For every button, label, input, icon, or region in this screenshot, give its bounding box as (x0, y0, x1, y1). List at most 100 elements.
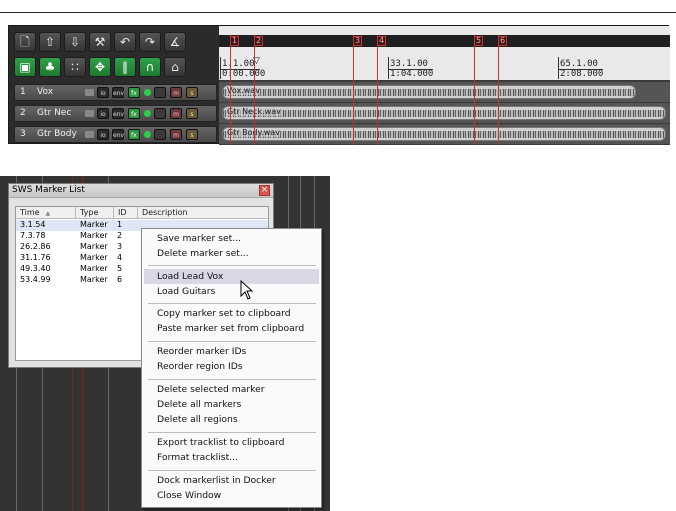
metronome-icon[interactable]: ∡ (164, 32, 186, 52)
magnet-icon[interactable]: ∩ (139, 57, 161, 77)
track-name[interactable]: Gtr Nec (37, 108, 71, 118)
arrange-view[interactable]: 1 2 3 4 5 6 1.1.00 0:00.000 33.1.00 1:04… (219, 26, 670, 145)
menu-item-load-lead-vox[interactable]: Load Lead Vox (157, 271, 223, 282)
menu-item-delete-selected-marker[interactable]: Delete selected marker (157, 384, 265, 395)
column-header-description[interactable]: Description (138, 207, 268, 219)
menu-separator (148, 265, 316, 266)
io-button[interactable]: io (97, 87, 109, 98)
menu-item-dock-markerlist[interactable]: Dock markerlist in Docker (157, 475, 276, 486)
window-titlebar[interactable]: SWS Marker List × (9, 184, 273, 198)
mouse-pointer-icon (240, 280, 254, 300)
menu-item-delete-marker-set[interactable]: Delete marker set... (157, 248, 249, 259)
env-button[interactable]: env (112, 108, 124, 119)
columns-icon[interactable]: ‖ (114, 57, 136, 77)
clover-icon[interactable]: ♣ (39, 57, 61, 77)
env-button[interactable]: env (112, 129, 124, 140)
menu-item-delete-all-markers[interactable]: Delete all markers (157, 399, 241, 410)
mute-button[interactable]: m (170, 87, 182, 98)
track-name[interactable]: Gtr Body (37, 129, 77, 139)
marker-line (474, 35, 475, 145)
column-header-type[interactable]: Type (76, 207, 114, 219)
cell-type: Marker (80, 242, 108, 251)
record-arm-icon[interactable] (144, 131, 151, 138)
marker-flag[interactable]: 3 (353, 36, 362, 46)
menu-item-save-marker-set[interactable]: Save marker set... (157, 233, 241, 244)
marker-lane[interactable] (219, 35, 670, 47)
reaper-main-window: 🗋 ⇧ ⇩ ⚒ ↶ ↷ ∡ ▣ ♣ ∷ ✥ ‖ ∩ ⌂ 1 Vox io env… (8, 25, 670, 145)
cell-type: Marker (80, 231, 108, 240)
menu-item-reorder-region-ids[interactable]: Reorder region IDs (157, 361, 243, 372)
menu-item-load-guitars[interactable]: Load Guitars (157, 286, 215, 297)
marker-line (498, 35, 499, 145)
mute-button[interactable]: m (170, 108, 182, 119)
cell-time: 53.4.99 (20, 275, 51, 284)
column-header-time[interactable]: Time ▲ (16, 207, 76, 219)
solo-button[interactable]: s (186, 129, 198, 140)
timeline-ruler[interactable]: 1 2 3 4 5 6 1.1.00 0:00.000 33.1.00 1:04… (219, 26, 670, 80)
track-header[interactable]: 2 Gtr Nec io env fx m s (14, 105, 217, 122)
io-button[interactable]: io (97, 108, 109, 119)
marker-line (230, 35, 231, 145)
fx-button[interactable]: fx (128, 87, 140, 98)
media-item[interactable]: Vox.wav (222, 85, 636, 99)
media-item[interactable]: Gtr Neck.wav (222, 106, 666, 120)
record-arm-icon[interactable] (144, 110, 151, 117)
cell-time: 31.1.76 (20, 253, 51, 262)
fx-button[interactable]: fx (128, 129, 140, 140)
track-lane[interactable]: Vox.wav (219, 82, 670, 102)
close-icon[interactable]: × (259, 185, 270, 196)
record-arm-icon[interactable] (144, 89, 151, 96)
menu-separator (148, 379, 316, 380)
track-header[interactable]: 3 Gtr Body io env fx m s (14, 126, 217, 143)
menu-item-close-window[interactable]: Close Window (157, 490, 221, 501)
fx-button[interactable]: fx (128, 108, 140, 119)
folder-icon[interactable] (85, 89, 94, 96)
env-button[interactable]: env (112, 87, 124, 98)
ruler-tick (388, 57, 389, 79)
lock-icon[interactable]: ⌂ (164, 57, 186, 77)
menu-item-reorder-marker-ids[interactable]: Reorder marker IDs (157, 346, 246, 357)
open-project-icon[interactable]: ⇧ (39, 32, 61, 52)
solo-button[interactable]: s (186, 87, 198, 98)
new-project-icon[interactable]: 🗋 (14, 32, 36, 52)
redo-icon[interactable]: ↷ (139, 32, 161, 52)
io-button[interactable]: io (97, 129, 109, 140)
ruler-time-label: 1:04.000 (390, 69, 434, 79)
menu-item-copy-marker-set[interactable]: Copy marker set to clipboard (157, 308, 291, 319)
menu-item-export-tracklist[interactable]: Export tracklist to clipboard (157, 437, 284, 448)
menu-item-format-tracklist[interactable]: Format tracklist... (157, 452, 238, 463)
column-header-id[interactable]: ID (114, 207, 138, 219)
menu-item-delete-all-regions[interactable]: Delete all regions (157, 414, 238, 425)
track-lane[interactable]: Gtr Body.wav (219, 124, 670, 144)
marker-flag[interactable]: 2 (254, 36, 263, 46)
track-lane[interactable]: Gtr Neck.wav (219, 103, 670, 123)
snap-icon[interactable]: ✥ (89, 57, 111, 77)
monitor-button[interactable] (154, 87, 166, 98)
mute-button[interactable]: m (170, 129, 182, 140)
monitor-button[interactable] (154, 129, 166, 140)
media-item[interactable]: Gtr Body.wav (222, 127, 666, 141)
monitor-button[interactable] (154, 108, 166, 119)
undo-icon[interactable]: ↶ (114, 32, 136, 52)
cell-id: 6 (117, 275, 123, 284)
cell-time: 49.3.40 (20, 264, 51, 273)
ruler-tick (558, 57, 559, 79)
cell-type: Marker (80, 253, 108, 262)
ruler-time-label: 0:00.000 (222, 69, 266, 79)
ruler-measure-label: 65.1.00 (560, 59, 598, 69)
solo-button[interactable]: s (186, 108, 198, 119)
settings-wrench-icon[interactable]: ⚒ (89, 32, 111, 52)
grid-icon[interactable]: ∷ (64, 57, 86, 77)
folder-icon[interactable] (85, 110, 94, 117)
folder-icon[interactable] (85, 131, 94, 138)
save-project-icon[interactable]: ⇩ (64, 32, 86, 52)
marker-flag[interactable]: 5 (474, 36, 483, 46)
waveform (223, 110, 665, 117)
marker-flag[interactable]: 4 (377, 36, 386, 46)
menu-item-paste-marker-set[interactable]: Paste marker set from clipboard (157, 323, 304, 334)
marker-flag[interactable]: 1 (230, 36, 239, 46)
image-icon[interactable]: ▣ (14, 57, 36, 77)
track-name[interactable]: Vox (37, 87, 53, 97)
track-header[interactable]: 1 Vox io env fx m s (14, 84, 217, 101)
marker-flag[interactable]: 6 (498, 36, 507, 46)
